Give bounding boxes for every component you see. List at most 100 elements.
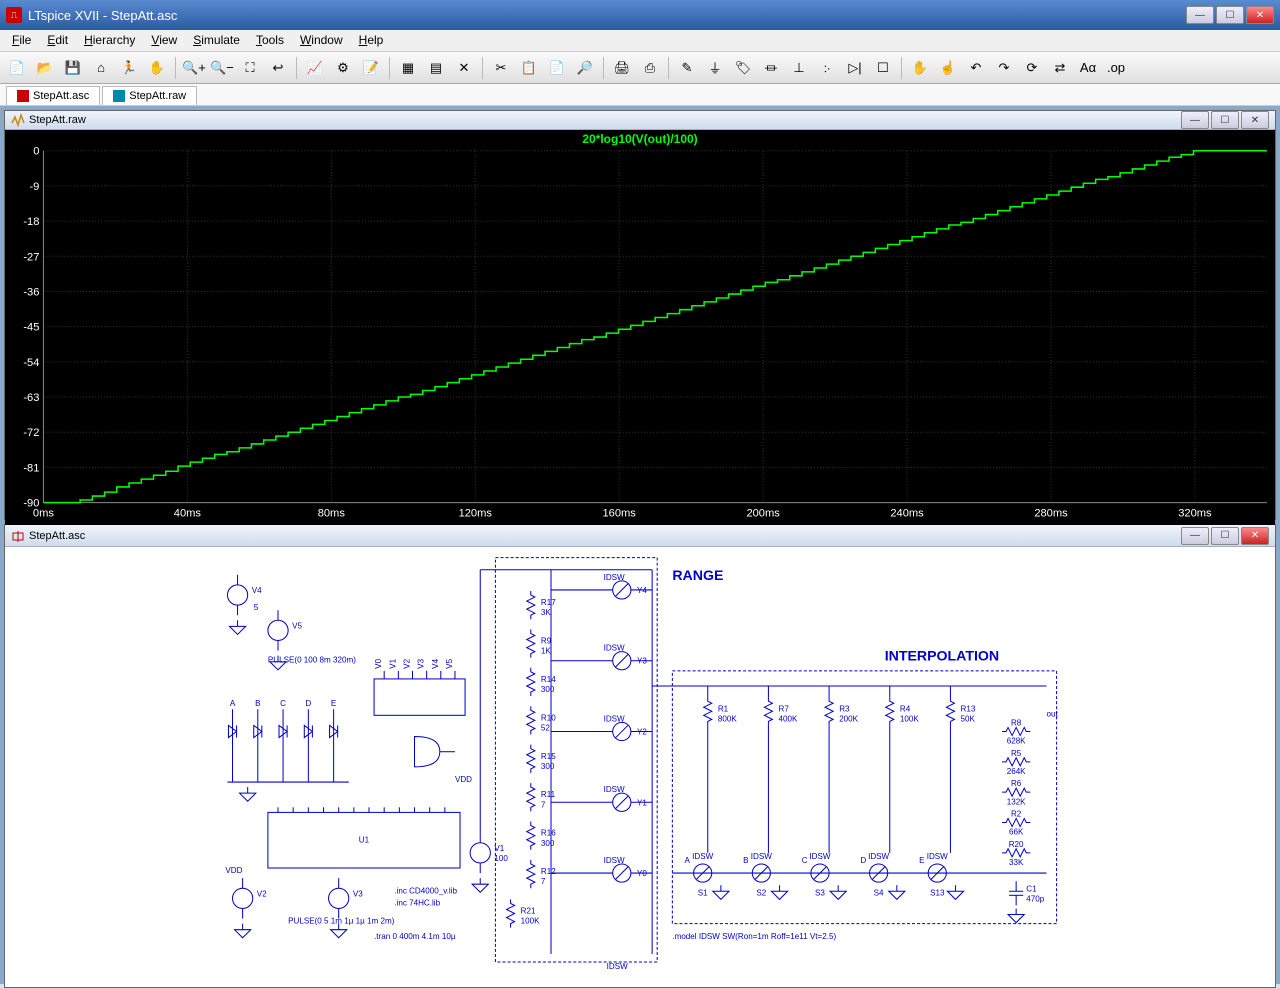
plot-minimize-button[interactable]: — [1181,111,1209,129]
zoom-fit-icon[interactable]: ⛶ [237,55,263,81]
spice-dir-icon[interactable]: .op [1103,55,1129,81]
svg-text:300: 300 [541,685,555,694]
print-icon[interactable]: 🖨 [609,55,635,81]
setup-icon[interactable]: ⚙ [330,55,356,81]
zoom-out-icon[interactable]: 🔍− [209,55,235,81]
text-icon[interactable]: Aα [1075,55,1101,81]
svg-text:300: 300 [541,839,555,848]
svg-text:5: 5 [254,603,259,612]
window-title: LTspice XVII - StepAtt.asc [28,8,1186,23]
waveform-icon [11,113,25,127]
svg-text:V0: V0 [374,658,383,668]
resistor-icon[interactable]: ⏛ [758,55,784,81]
zoom-back-icon[interactable]: ↩ [265,55,291,81]
menu-window[interactable]: Window [292,30,351,51]
print-setup-icon[interactable]: ⎙ [637,55,663,81]
rotate-icon[interactable]: ⟳ [1019,55,1045,81]
tabbar: StepAtt.ascStepAtt.raw [0,84,1280,106]
save-icon[interactable]: 💾 [60,55,86,81]
plot-pane-titlebar[interactable]: StepAtt.raw — ☐ ✕ [5,111,1275,130]
svg-text:628K: 628K [1007,737,1026,746]
schematic-area[interactable]: RANGEINTERPOLATIONV45V5PULSE(0 100 8m 32… [5,547,1275,987]
svg-text:120ms: 120ms [459,508,493,520]
menu-tools[interactable]: Tools [248,30,292,51]
menu-simulate[interactable]: Simulate [185,30,248,51]
plot-area[interactable]: 20*log10(V(out)/100) 0-9-18-27-36-45-54-… [5,130,1275,525]
capacitor-icon[interactable]: ⊥ [786,55,812,81]
zoom-in-icon[interactable]: 🔍+ [181,55,207,81]
open-icon[interactable]: 📂 [32,55,58,81]
label-icon[interactable]: 🏷 [730,55,756,81]
svg-text:80ms: 80ms [318,508,346,520]
menu-file[interactable]: File [4,30,39,51]
undo-icon[interactable]: ↶ [963,55,989,81]
cut-icon[interactable]: ✂ [488,55,514,81]
tile-icon[interactable]: ▦ [395,55,421,81]
autorange-icon[interactable]: 📈 [302,55,328,81]
copy-icon[interactable]: 📋 [516,55,542,81]
drag-icon[interactable]: ☝ [935,55,961,81]
svg-text:R10: R10 [541,713,556,722]
tab-StepAtt-raw[interactable]: StepAtt.raw [102,86,197,105]
maximize-button[interactable]: ☐ [1216,6,1244,24]
minimize-button[interactable]: — [1186,6,1214,24]
titlebar: ⎍ LTspice XVII - StepAtt.asc — ☐ ✕ [0,0,1280,30]
control-icon[interactable]: ⌂ [88,55,114,81]
svg-text:300: 300 [541,762,555,771]
svg-text:B: B [743,856,748,865]
menu-view[interactable]: View [143,30,185,51]
component-icon[interactable]: ☐ [870,55,896,81]
menu-help[interactable]: Help [351,30,392,51]
ground-icon[interactable]: ⏚ [702,55,728,81]
svg-text:IDSW: IDSW [604,785,625,794]
svg-text:IDSW: IDSW [868,852,889,861]
paste-icon[interactable]: 📄 [544,55,570,81]
svg-text:D: D [305,699,311,708]
svg-text:160ms: 160ms [603,508,637,520]
find-icon[interactable]: 🔎 [572,55,598,81]
svg-text:D: D [860,856,866,865]
menu-hierarchy[interactable]: Hierarchy [76,30,143,51]
schematic-pane-titlebar[interactable]: StepAtt.asc — ☐ ✕ [5,525,1275,547]
close-button[interactable]: ✕ [1246,6,1274,24]
cascade-icon[interactable]: ▤ [423,55,449,81]
draw-wire-icon[interactable]: ✎ [674,55,700,81]
schematic-pane-title: StepAtt.asc [29,530,1181,542]
redo-icon[interactable]: ↷ [991,55,1017,81]
svg-text:7: 7 [541,877,546,886]
plot-trace-label: 20*log10(V(out)/100) [5,132,1275,146]
new-schematic-icon[interactable]: 📄 [4,55,30,81]
inductor-icon[interactable]: ჻ [814,55,840,81]
pane-schematic: StepAtt.asc — ☐ ✕ RANGEINTERPOLATIONV45V… [4,524,1276,988]
svg-text:-9: -9 [29,181,39,193]
svg-text:400K: 400K [779,714,798,723]
move-icon[interactable]: ✋ [907,55,933,81]
mirror-icon[interactable]: ⇄ [1047,55,1073,81]
svg-text:33K: 33K [1009,858,1024,867]
svg-text:.inc 74HC.lib: .inc 74HC.lib [394,898,440,907]
svg-text:IDSW: IDSW [692,852,713,861]
svg-text:-36: -36 [23,286,39,298]
run-icon[interactable]: 🏃 [116,55,142,81]
menu-edit[interactable]: Edit [39,30,76,51]
plot-maximize-button[interactable]: ☐ [1211,111,1239,129]
svg-text:Y0: Y0 [637,869,647,878]
diode-icon[interactable]: ▷| [842,55,868,81]
notes-icon[interactable]: 📝 [358,55,384,81]
svg-text:R16: R16 [541,829,556,838]
svg-text:R14: R14 [541,675,556,684]
svg-text:.inc CD4000_v.lib: .inc CD4000_v.lib [394,886,457,895]
svg-text:RANGE: RANGE [672,567,723,583]
close-all-icon[interactable]: ✕ [451,55,477,81]
schem-minimize-button[interactable]: — [1181,527,1209,545]
schem-close-button[interactable]: ✕ [1241,527,1269,545]
svg-text:V5: V5 [292,621,302,630]
svg-text:S3: S3 [815,888,825,897]
svg-text:.model IDSW SW(Ron=1m Roff=1e1: .model IDSW SW(Ron=1m Roff=1e11 Vt=2.5) [672,932,836,941]
svg-text:800K: 800K [718,714,737,723]
plot-close-button[interactable]: ✕ [1241,111,1269,129]
svg-text:E: E [331,699,337,708]
pause-icon[interactable]: ✋ [144,55,170,81]
tab-StepAtt-asc[interactable]: StepAtt.asc [6,86,100,105]
schem-maximize-button[interactable]: ☐ [1211,527,1239,545]
